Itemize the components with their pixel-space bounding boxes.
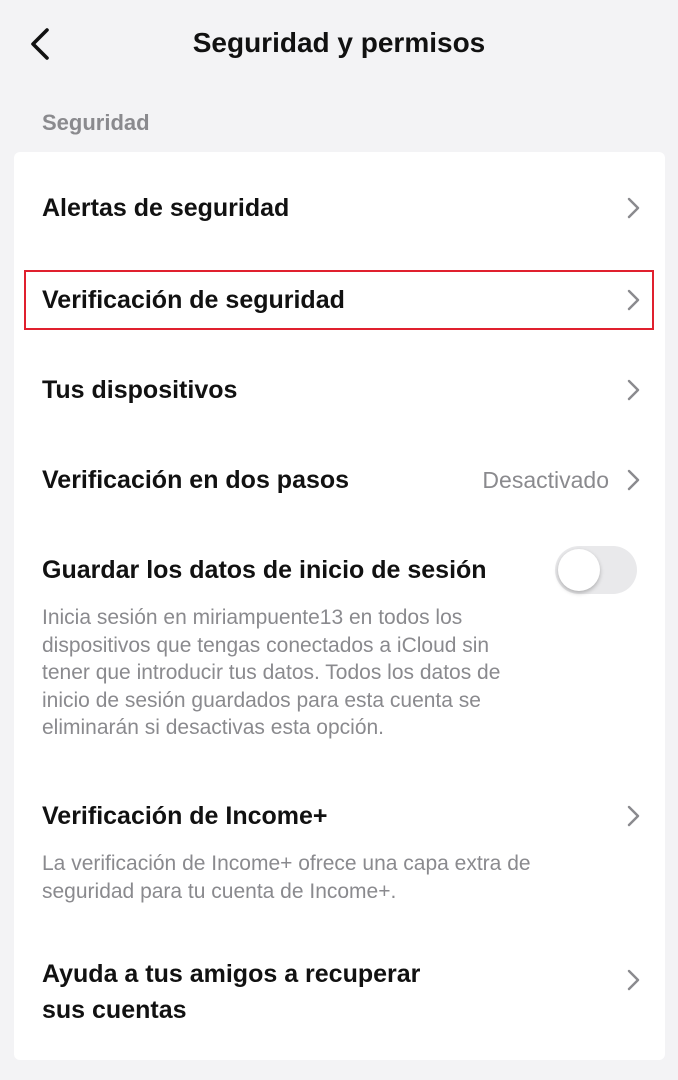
- security-alerts-label: Alertas de seguridad: [42, 194, 290, 222]
- page-title: Seguridad y permisos: [192, 27, 486, 58]
- header-bar: Seguridad y permisos: [0, 0, 678, 86]
- chevron-right-icon: [627, 289, 640, 311]
- save-login-info-description: Inicia sesión en miriampuente13 en todos…: [42, 606, 501, 739]
- help-friends-label-line-2: sus cuentas: [42, 996, 187, 1024]
- save-login-info-label: Guardar los datos de inicio de sesión: [42, 556, 487, 584]
- income-verification-row[interactable]: Verificación de Income+: [14, 788, 665, 844]
- chevron-right-icon: [627, 469, 640, 491]
- chevron-right-icon: [627, 805, 640, 827]
- your-devices-row[interactable]: Tus dispositivos: [14, 362, 665, 418]
- income-verification-label: Verificación de Income+: [42, 802, 328, 830]
- settings-card: Alertas de seguridad Verificación de seg…: [14, 152, 665, 1060]
- help-friends-recover-row[interactable]: Ayuda a tus amigos a recuperar sus cuent…: [14, 952, 665, 1042]
- security-verification-label: Verificación de seguridad: [42, 286, 345, 314]
- two-step-status-value: Desactivado: [482, 467, 609, 493]
- save-login-info-toggle[interactable]: [555, 546, 637, 594]
- chevron-right-icon: [627, 197, 640, 219]
- two-step-verification-label: Verificación en dos pasos: [42, 466, 350, 494]
- chevron-right-icon: [627, 379, 640, 401]
- save-login-info-row: Guardar los datos de inicio de sesión: [14, 544, 665, 596]
- your-devices-label: Tus dispositivos: [42, 376, 238, 404]
- two-step-verification-row[interactable]: Verificación en dos pasos Desactivado: [14, 452, 665, 508]
- security-verification-row[interactable]: Verificación de seguridad: [14, 272, 665, 328]
- section-label: Seguridad: [42, 110, 150, 135]
- chevron-right-icon: [627, 969, 640, 991]
- security-alerts-row[interactable]: Alertas de seguridad: [14, 182, 665, 234]
- toggle-knob: [558, 549, 600, 591]
- income-verification-description: La verificación de Income+ ofrece una ca…: [42, 852, 531, 903]
- help-friends-label-line-1: Ayuda a tus amigos a recuperar: [42, 960, 421, 988]
